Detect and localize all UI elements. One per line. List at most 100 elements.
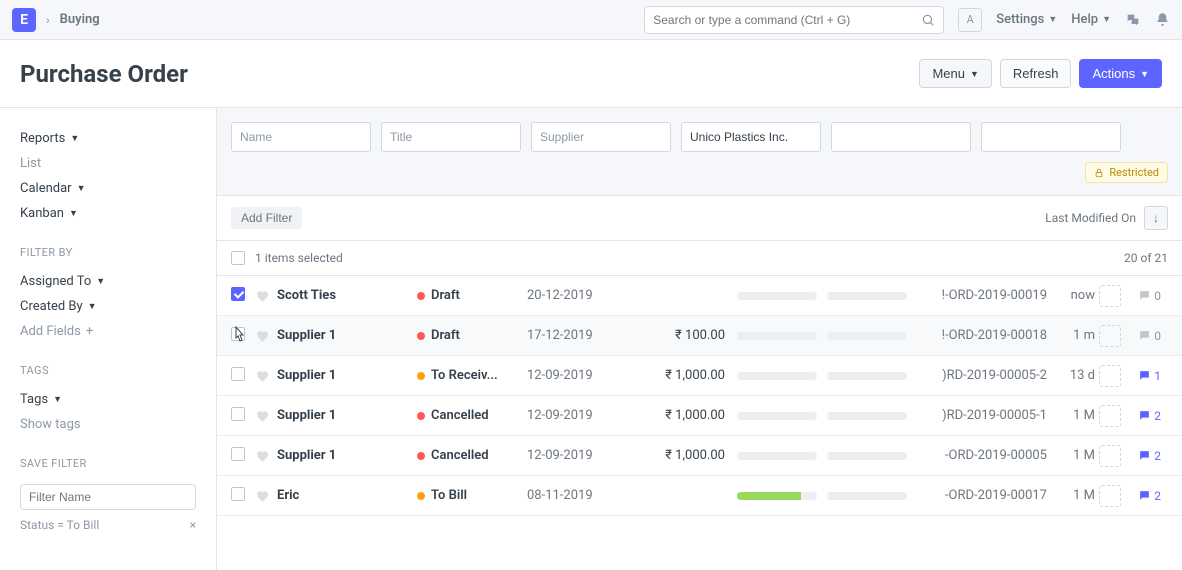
filter-supplier-value[interactable] — [681, 122, 821, 152]
add-filter-button[interactable]: Add Filter — [231, 207, 302, 229]
row-checkbox[interactable] — [231, 287, 245, 301]
arrow-down-icon: ↓ — [1153, 211, 1159, 225]
sort-label[interactable]: Last Modified On — [1045, 211, 1136, 225]
row-id[interactable]: !-ORD-2019-00019 — [917, 288, 1047, 303]
chat-icon[interactable] — [1125, 12, 1141, 28]
row-progress-received — [737, 492, 827, 500]
actions-button[interactable]: Actions▼ — [1079, 59, 1162, 88]
app-logo[interactable]: E — [12, 8, 36, 32]
row-image[interactable] — [1095, 445, 1125, 467]
table-row[interactable]: Supplier 1 Draft 17-12-2019 ₹ 100.00 !-O… — [217, 316, 1182, 356]
row-id[interactable]: -ORD-2019-00017 — [917, 488, 1047, 503]
row-name[interactable]: Eric — [277, 488, 417, 503]
table-row[interactable]: Supplier 1 Cancelled 12-09-2019 ₹ 1,000.… — [217, 436, 1182, 476]
row-image[interactable] — [1095, 325, 1125, 347]
heart-icon[interactable] — [255, 409, 269, 423]
row-comments[interactable]: 1 — [1125, 369, 1161, 383]
table-row[interactable]: Scott Ties Draft 20-12-2019 !-ORD-2019-0… — [217, 276, 1182, 316]
row-progress-billed — [827, 452, 917, 460]
bell-icon[interactable] — [1155, 12, 1170, 27]
help-menu[interactable]: Help▼ — [1071, 12, 1111, 27]
row-id[interactable]: )RD-2019-00005-2 — [917, 368, 1047, 383]
global-search[interactable] — [644, 6, 944, 34]
table-row[interactable]: Eric To Bill 08-11-2019 -ORD-2019-00017 … — [217, 476, 1182, 516]
filter-name-input[interactable] — [20, 484, 196, 510]
row-name[interactable]: Supplier 1 — [277, 328, 417, 343]
row-name[interactable]: Supplier 1 — [277, 448, 417, 463]
user-avatar[interactable]: A — [958, 8, 982, 32]
settings-menu[interactable]: Settings▼ — [996, 12, 1057, 27]
caret-down-icon: ▼ — [69, 208, 78, 219]
comment-icon — [1138, 289, 1151, 302]
row-comments[interactable]: 0 — [1125, 329, 1161, 343]
row-image[interactable] — [1095, 485, 1125, 507]
menu-button[interactable]: Menu▼ — [919, 59, 991, 88]
sidebar-filter-add-fields[interactable]: Add Fields+ — [20, 319, 196, 344]
table-row[interactable]: Supplier 1 Cancelled 12-09-2019 ₹ 1,000.… — [217, 396, 1182, 436]
caret-down-icon: ▼ — [88, 301, 97, 312]
filter-extra-2[interactable] — [981, 122, 1121, 152]
filter-name[interactable] — [231, 122, 371, 152]
sidebar-view-list[interactable]: List — [20, 151, 196, 176]
row-date: 08-11-2019 — [527, 488, 627, 503]
saved-filter-chip[interactable]: Status = To Bill × — [20, 518, 196, 532]
sidebar-filter-assigned-to[interactable]: Assigned To▼ — [20, 269, 196, 294]
row-name[interactable]: Supplier 1 — [277, 368, 417, 383]
row-comments[interactable]: 2 — [1125, 449, 1161, 463]
row-id[interactable]: !-ORD-2019-00018 — [917, 328, 1047, 343]
sidebar-view-kanban[interactable]: Kanban▼ — [20, 201, 196, 226]
row-checkbox[interactable] — [231, 367, 245, 381]
row-progress-billed — [827, 332, 917, 340]
row-date: 12-09-2019 — [527, 448, 627, 463]
sidebar-section-tags: TAGS — [20, 364, 196, 377]
sidebar-section-filter-by: FILTER BY — [20, 246, 196, 259]
row-image[interactable] — [1095, 285, 1125, 307]
row-comments[interactable]: 2 — [1125, 409, 1161, 423]
comment-icon — [1138, 409, 1151, 422]
row-comments[interactable]: 2 — [1125, 489, 1161, 503]
row-id[interactable]: )RD-2019-00005-1 — [917, 408, 1047, 423]
sidebar-view-reports[interactable]: Reports▼ — [20, 126, 196, 151]
row-amount: ₹ 1,000.00 — [627, 448, 737, 463]
row-checkbox[interactable] — [231, 327, 245, 341]
row-checkbox[interactable] — [231, 487, 245, 501]
heart-icon[interactable] — [255, 369, 269, 383]
sidebar-views: Reports▼ListCalendar▼Kanban▼ — [20, 126, 196, 226]
status-dot-icon — [417, 412, 425, 420]
search-input[interactable] — [653, 13, 921, 27]
page-title: Purchase Order — [20, 60, 188, 88]
heart-icon[interactable] — [255, 449, 269, 463]
status-dot-icon — [417, 332, 425, 340]
row-id[interactable]: -ORD-2019-00005 — [917, 448, 1047, 463]
heart-icon[interactable] — [255, 289, 269, 303]
heart-icon[interactable] — [255, 489, 269, 503]
close-icon[interactable]: × — [190, 518, 196, 532]
row-checkbox[interactable] — [231, 447, 245, 461]
row-date: 12-09-2019 — [527, 368, 627, 383]
sidebar-view-calendar[interactable]: Calendar▼ — [20, 176, 196, 201]
row-progress-received — [737, 292, 827, 300]
row-image[interactable] — [1095, 365, 1125, 387]
sidebar-tags-tags[interactable]: Tags▼ — [20, 387, 196, 412]
filter-supplier[interactable] — [531, 122, 671, 152]
row-name[interactable]: Scott Ties — [277, 288, 417, 303]
filter-title[interactable] — [381, 122, 521, 152]
table-row[interactable]: Supplier 1 To Receiv... 12-09-2019 ₹ 1,0… — [217, 356, 1182, 396]
row-checkbox[interactable] — [231, 407, 245, 421]
sidebar-section-save-filter: SAVE FILTER — [20, 457, 196, 470]
filter-extra-1[interactable] — [831, 122, 971, 152]
select-all-checkbox[interactable] — [231, 251, 245, 265]
row-time: 1 M — [1047, 448, 1095, 463]
heart-icon[interactable] — [255, 329, 269, 343]
breadcrumb-buying[interactable]: Buying — [60, 12, 100, 27]
refresh-button[interactable]: Refresh — [1000, 59, 1072, 88]
comment-icon — [1138, 329, 1151, 342]
status-dot-icon — [417, 292, 425, 300]
row-comments[interactable]: 0 — [1125, 289, 1161, 303]
sidebar-filter-created-by[interactable]: Created By▼ — [20, 294, 196, 319]
sidebar-tags-show-tags[interactable]: Show tags — [20, 412, 196, 437]
comment-icon — [1138, 489, 1151, 502]
row-image[interactable] — [1095, 405, 1125, 427]
row-name[interactable]: Supplier 1 — [277, 408, 417, 423]
sort-direction-button[interactable]: ↓ — [1144, 206, 1168, 230]
